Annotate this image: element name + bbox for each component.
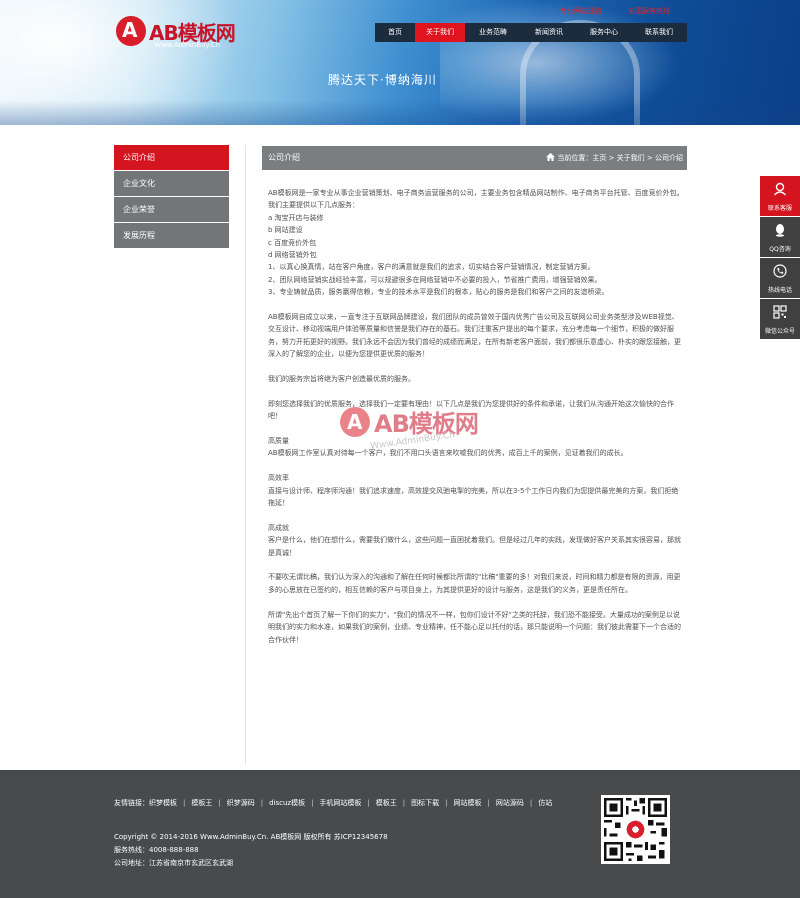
nav-news[interactable]: 新闻资讯: [521, 23, 577, 42]
article-body: AB模板网是一家专业从事企业营销策划、电子商务运营服务的公司，主要业务包含精品网…: [268, 187, 684, 658]
wechat-qrcode: [601, 795, 670, 864]
article-paragraph: 所谓"先出个首页了解一下你们的实力"，"我们的情况不一样，包你们设计不好"之类的…: [268, 610, 681, 644]
link-separator: |: [529, 799, 533, 807]
article-paragraph: AB模板网自成立以来，一直专注于互联网品牌建设，我们团队的成员曾效于国内优秀广告…: [268, 313, 681, 359]
article-list-item: 1、以真心换真情，站在客户角度，客户的满意就是我们的追求，切实结合客户营销情况，…: [268, 263, 595, 272]
article-paragraph: 不要吹无谓比稿，我们认为深入的沟通和了解在任何时候都比所谓的"比稿"重要的多！对…: [268, 573, 681, 594]
service-hotline: 服务热线：4008-888-888: [114, 846, 199, 854]
qq-icon: [776, 224, 784, 237]
home-icon: [546, 153, 556, 161]
top-contact-right: 全国服务热线: [628, 7, 670, 15]
customer-service-icon: [773, 182, 787, 196]
sidebar-item-honors[interactable]: 企业荣誉: [114, 197, 229, 222]
article-paragraph: 直接与设计师、程序师沟通！我们追求速度，高效提交风驰电掣的完美，所以在3-5个工…: [268, 486, 679, 508]
footer: 友情链接：织梦模板 | 模板王 | 织梦源码 | discuz模板 | 手机网站模板 | 模板王 | 图…: [0, 770, 800, 898]
article-subheading: 高质量: [268, 437, 289, 446]
link-separator: |: [367, 799, 370, 807]
friend-link[interactable]: 仿站: [538, 799, 552, 807]
site-logo[interactable]: A AB模板网 Www.AdminBuy.Cn: [116, 15, 246, 55]
phone-icon: [773, 264, 787, 278]
article-list-item: 3、专业铸就品质，服务赢得信赖，专业的技术水平是我们的根本，贴心的服务是我们和客…: [268, 288, 609, 297]
link-separator: |: [260, 799, 264, 807]
article-list-item: 2、团队网络营销实战经验丰富，可以规避很多在网络营销中不必要的投入，节省推广费用…: [268, 275, 602, 284]
friend-link[interactable]: 模板王: [376, 799, 397, 807]
link-separator: |: [311, 799, 314, 807]
logo-url: Www.AdminBuy.Cn: [154, 41, 221, 49]
article-paragraph: 即刻您选择我们的优质服务，选择我们一定要有理由！以下几点是我们为您提供好的条件和…: [268, 399, 674, 421]
link-separator: |: [183, 799, 186, 807]
sidebar-divider: [245, 145, 246, 765]
link-separator: |: [218, 799, 221, 807]
link-separator: |: [402, 799, 406, 807]
article-subheading: 高效率: [268, 474, 289, 483]
article-list-item: c 百度竞价外包: [268, 238, 317, 247]
friend-link[interactable]: 织梦源码: [227, 799, 255, 807]
footer-info: Copyright © 2014-2016 Www.AdminBuy.Cn. A…: [114, 831, 388, 870]
nav-home[interactable]: 首页: [375, 23, 415, 42]
header-banner: A AB模板网 Www.AdminBuy.Cn 专业网站建设 全国服务热线 首页…: [0, 0, 800, 125]
content-header: 公司介绍 当前位置：主页 > 关于我们 > 公司介绍: [262, 146, 687, 170]
article-paragraph: 客户是什么，他们在想什么，需要我们做什么，这些问题一直困扰着我们。但是经过几年的…: [268, 536, 681, 557]
link-separator: |: [487, 799, 490, 807]
nav-about[interactable]: 关于我们: [415, 23, 465, 42]
friend-link[interactable]: discuz模板: [269, 799, 305, 807]
article-paragraph: 我们的服务宗旨将继为客户创造最优质的服务。: [268, 375, 415, 384]
article-paragraph: AB模板网工作室认真对待每一个客户，我们不用口头语言来吹嘘我们的优秀，成百上千的…: [268, 449, 628, 458]
banner-slogan: 腾达天下·博纳海川: [328, 73, 437, 87]
friend-link[interactable]: 手机网站模板: [319, 799, 361, 807]
breadcrumb-text[interactable]: 当前位置：主页 > 关于我们 > 公司介绍: [557, 154, 683, 162]
article-list-item: d 网络营销外包: [268, 251, 317, 260]
top-contact-left: 专业网站建设: [560, 7, 602, 15]
link-separator: |: [445, 799, 448, 807]
friend-link[interactable]: 图标下载: [411, 799, 439, 807]
content-title: 公司介绍: [268, 153, 300, 162]
company-address: 公司地址：江苏省南京市玄武区玄武湖: [114, 859, 233, 867]
breadcrumb: 当前位置：主页 > 关于我们 > 公司介绍: [546, 146, 683, 170]
banner-sea: [0, 100, 800, 125]
sidebar-item-company-intro[interactable]: 公司介绍: [114, 145, 229, 170]
friend-links-label: 友情链接：: [114, 799, 149, 807]
friend-link[interactable]: 织梦模板: [149, 799, 177, 807]
article-paragraph: 我们主要提供以下几点服务：: [268, 201, 359, 210]
article-subheading: 高成就: [268, 523, 289, 532]
copyright: Copyright © 2014-2016 Www.AdminBuy.Cn. A…: [114, 833, 388, 841]
sidebar-item-culture[interactable]: 企业文化: [114, 171, 229, 196]
floating-contact-bar: 联系客服 QQ咨询 热线电话 微信公众号: [760, 176, 800, 340]
nav-contact[interactable]: 联系我们: [631, 23, 687, 42]
friend-link[interactable]: 模板王: [191, 799, 212, 807]
friend-link[interactable]: 网站源码: [496, 799, 524, 807]
sidebar-item-history[interactable]: 发展历程: [114, 223, 229, 248]
float-qq[interactable]: QQ咨询: [760, 217, 800, 257]
top-contact: 专业网站建设 全国服务热线: [560, 6, 690, 16]
article-list-item: b 网站建设: [268, 226, 303, 235]
sidebar-menu: 公司介绍 企业文化 企业荣誉 发展历程: [114, 145, 246, 765]
nav-service[interactable]: 服务中心: [577, 23, 631, 42]
qrcode-icon: [773, 305, 787, 319]
float-hotline[interactable]: 热线电话: [760, 258, 800, 298]
friend-links: 友情链接：织梦模板 | 模板王 | 织梦源码 | discuz模板 | 手机网站模板 | 模板王 | 图…: [114, 797, 584, 810]
logo-icon: A: [116, 16, 146, 46]
article-paragraph: AB模板网是一家专业从事企业营销策划、电子商务运营服务的公司，主要业务包含精品网…: [268, 189, 684, 197]
friend-link[interactable]: 网站模板: [454, 799, 482, 807]
nav-business[interactable]: 业务范畴: [465, 23, 521, 42]
float-customer-service[interactable]: 联系客服: [760, 176, 800, 216]
float-wechat[interactable]: 微信公众号: [760, 299, 800, 339]
main-nav: 首页 关于我们 业务范畴 新闻资讯 服务中心 联系我们: [375, 23, 687, 42]
article-list-item: a 淘宝开店与装修: [268, 213, 324, 222]
